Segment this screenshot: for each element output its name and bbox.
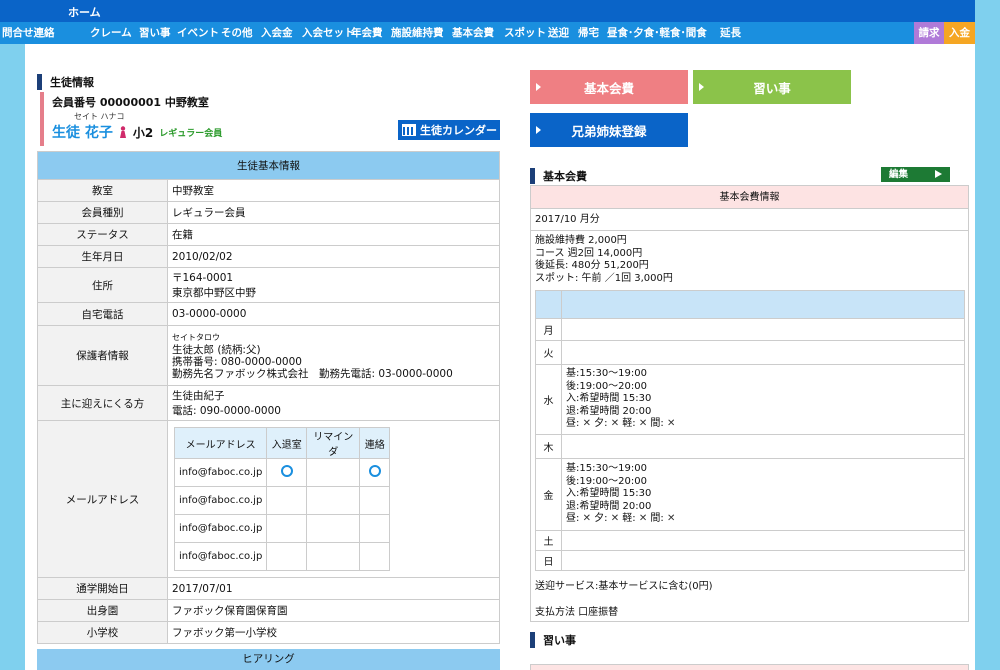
day-row-thu: 木	[535, 434, 965, 459]
value-guardian: セイトタロウ 生徒太郎 (続柄:父) 携帯番号: 080-0000-0000 勤…	[167, 325, 500, 386]
nav-spot[interactable]: スポット	[504, 22, 546, 44]
nav-extension[interactable]: 延長	[720, 22, 741, 44]
label-elementary: 小学校	[37, 621, 168, 644]
weekly-schedule-table: 月 火 水 基:15:30～19:00 後:19:00～20:00 入:希望時間 1…	[535, 290, 965, 571]
nav-other[interactable]: その他	[221, 22, 253, 44]
value-email: メールアドレス 入退室 リマインダ 連絡 info@faboc.co.jp in…	[167, 420, 500, 578]
fee-breakdown: 施設維持費 2,000円 コース 週2回 14,000円 後延長: 480分 5…	[535, 235, 673, 284]
value-school-start: 2017/07/01	[167, 577, 500, 600]
value-origin-nursery: ファボック保育園保育園	[167, 599, 500, 622]
student-grade: 小2	[132, 125, 154, 140]
value-classroom: 中野教室	[167, 179, 500, 202]
nav-annual-fee[interactable]: 年会費	[351, 22, 383, 44]
email-table: メールアドレス 入退室 リマインダ 連絡 info@faboc.co.jp in…	[173, 427, 391, 571]
value-elementary: ファボック第一小学校	[167, 621, 500, 644]
nav-claim[interactable]: クレーム	[90, 22, 132, 44]
x-icon: ✕	[610, 513, 620, 525]
label-classroom: 教室	[37, 179, 168, 202]
lessons-button[interactable]: 習い事	[693, 70, 851, 104]
sibling-register-button[interactable]: 兄弟姉妹登録	[530, 113, 688, 147]
lessons-section-title: 習い事	[530, 632, 576, 648]
basic-fee-info-panel: 基本会費情報 2017/10 月分 施設維持費 2,000円 コース 週2回 1…	[530, 185, 969, 622]
label-origin-nursery: 出身園	[37, 599, 168, 622]
value-status: 在籍	[167, 223, 500, 246]
arrow-right-icon	[536, 83, 541, 91]
label-school-start: 通学開始日	[37, 577, 168, 600]
nav-entry-fee[interactable]: 入会金	[261, 22, 293, 44]
x-icon: ✕	[582, 513, 591, 525]
nav-payment[interactable]: 入金	[944, 22, 975, 44]
label-home-phone: 自宅電話	[37, 302, 168, 326]
nav-entry-set[interactable]: 入会セット	[302, 22, 355, 44]
basic-fee-button[interactable]: 基本会費	[530, 70, 688, 104]
basic-info-title: 生徒基本情報	[37, 151, 500, 180]
value-pickup-person: 生徒由紀子 電話: 090-0000-0000	[167, 385, 500, 421]
label-pickup-person: 主に迎えにくる方	[37, 385, 168, 421]
hearing-header[interactable]: ヒアリング	[37, 649, 500, 670]
nav-meals[interactable]: 昼食･夕食･軽食･間食	[607, 22, 707, 44]
nav-basic-fee[interactable]: 基本会費	[452, 22, 494, 44]
edit-button[interactable]: 編集	[881, 167, 950, 182]
x-icon: ✕	[666, 513, 676, 525]
x-icon: ✕	[610, 418, 620, 430]
calendar-icon	[402, 124, 416, 136]
day-row-sun: 日	[535, 550, 965, 571]
check-circle-icon	[280, 465, 293, 477]
girl-icon	[119, 126, 126, 138]
student-section-title: 生徒情報	[37, 74, 94, 90]
student-name: 生徒 花子	[52, 125, 113, 141]
day-row-mon: 月	[535, 318, 965, 341]
basic-fee-info-title: 基本会費情報	[531, 186, 968, 209]
nav-billing[interactable]: 請求	[914, 22, 944, 44]
home-link[interactable]: ホーム	[68, 6, 101, 19]
nav-inquiry[interactable]: 問合せ連絡	[2, 22, 55, 44]
label-address: 住所	[37, 267, 168, 303]
x-icon: ✕	[638, 513, 648, 525]
x-icon: ✕	[638, 418, 648, 430]
day-row-wed: 水 基:15:30～19:00 後:19:00～20:00 入:希望時間 15:30…	[535, 364, 965, 435]
day-row-fri: 金 基:15:30～19:00 後:19:00～20:00 入:希望時間 15:30…	[535, 458, 965, 531]
email-row: info@faboc.co.jp	[173, 458, 391, 487]
nav-pickup[interactable]: 送迎	[548, 22, 569, 44]
nav-bar: 問合せ連絡 クレーム 習い事 イベント その他 入会金 入会セット 年会費 施設…	[0, 22, 975, 44]
email-row: info@faboc.co.jp	[173, 542, 391, 571]
play-icon	[935, 170, 942, 178]
value-home-phone: 03-0000-0000	[167, 302, 500, 326]
nav-facility-fee[interactable]: 施設維持費	[391, 22, 444, 44]
student-calendar-button[interactable]: 生徒カレンダー	[398, 120, 500, 140]
member-number: 会員番号 00000001 中野教室	[52, 96, 209, 109]
pickup-service: 送迎サービス:基本サービスに含む(0円)	[535, 581, 713, 592]
day-row-tue: 火	[535, 340, 965, 365]
member-type-badge: レギュラー会員	[159, 128, 223, 139]
top-bar: ホーム	[0, 0, 975, 22]
label-guardian: 保護者情報	[37, 325, 168, 386]
label-member-type: 会員種別	[37, 201, 168, 224]
label-status: ステータス	[37, 223, 168, 246]
basic-fee-section-title: 基本会費	[530, 168, 587, 184]
x-icon: ✕	[666, 418, 676, 430]
main-content: 生徒情報 会員番号 00000001 中野教室 セイト ハナコ 生徒 花子 小2…	[25, 44, 975, 670]
nav-lessons[interactable]: 習い事	[139, 22, 171, 44]
x-icon: ✕	[582, 418, 591, 430]
check-circle-icon	[368, 465, 381, 477]
value-address: 〒164-0001 東京都中野区中野	[167, 267, 500, 303]
value-birthdate: 2010/02/02	[167, 245, 500, 268]
fee-month: 2017/10 月分	[531, 209, 968, 231]
label-birthdate: 生年月日	[37, 245, 168, 268]
label-email: メールアドレス	[37, 420, 168, 578]
value-member-type: レギュラー会員	[167, 201, 500, 224]
lessons-panel	[530, 664, 969, 670]
payment-method: 支払方法 口座振替	[535, 607, 619, 618]
nav-return-home[interactable]: 帰宅	[578, 22, 599, 44]
arrow-right-icon	[699, 83, 704, 91]
arrow-right-icon	[536, 126, 541, 134]
student-basic-info-table: 生徒基本情報 教室 中野教室 会員種別 レギュラー会員 ステータス 在籍 生年月日 20…	[37, 151, 500, 644]
email-row: info@faboc.co.jp	[173, 486, 391, 515]
nav-event[interactable]: イベント	[177, 22, 219, 44]
email-row: info@faboc.co.jp	[173, 514, 391, 543]
day-row-sat: 土	[535, 530, 965, 551]
